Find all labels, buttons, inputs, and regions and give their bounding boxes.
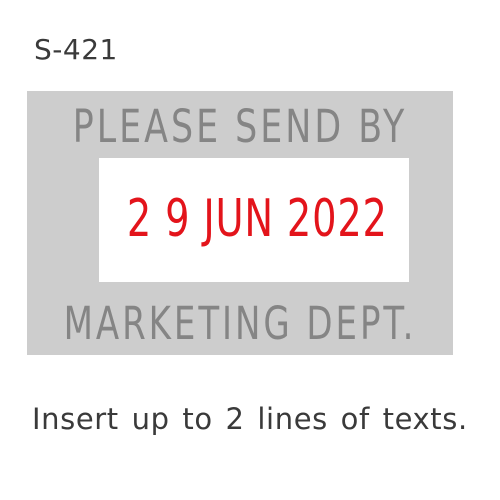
stamp-top-line: PLEASE SEND BY <box>72 100 408 153</box>
stamp-bottom-line: MARKETING DEPT. <box>63 297 417 350</box>
stamp-date: 2 9 JUN 2022 <box>126 189 388 249</box>
stamp-impression: PLEASE SEND BY 2 9 JUN 2022 MARKETING DE… <box>27 91 453 355</box>
caption: Insert up to 2 lines of texts. <box>32 402 468 436</box>
model-code: S-421 <box>34 33 118 66</box>
date-window: 2 9 JUN 2022 <box>99 158 409 282</box>
